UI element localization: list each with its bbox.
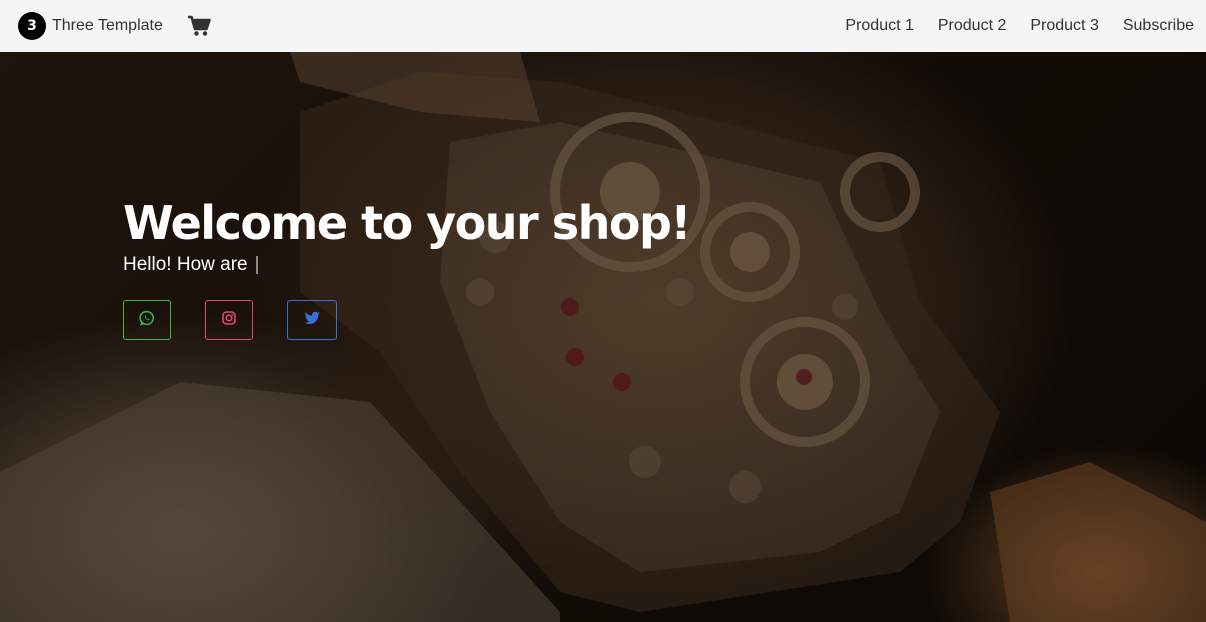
nav-link-product-1[interactable]: Product 1 xyxy=(845,17,913,35)
brand-badge: 3 xyxy=(18,12,46,40)
hero-subtitle: Hello! How are xyxy=(123,254,690,276)
social-buttons xyxy=(123,300,690,340)
hero-banner: Welcome to your shop! Hello! How are xyxy=(0,52,1206,622)
twitter-button[interactable] xyxy=(287,300,337,340)
navbar: 3 Three Template Product 1 Product 2 Pro… xyxy=(0,0,1206,52)
cart-icon[interactable] xyxy=(187,15,211,37)
nav-link-subscribe[interactable]: Subscribe xyxy=(1123,17,1194,35)
brand-name[interactable]: Three Template xyxy=(52,17,163,35)
instagram-icon xyxy=(221,310,237,331)
twitter-icon xyxy=(303,310,321,331)
nav-link-product-2[interactable]: Product 2 xyxy=(938,17,1006,35)
whatsapp-icon xyxy=(139,310,155,331)
typing-cursor xyxy=(255,256,258,274)
whatsapp-button[interactable] xyxy=(123,300,171,340)
nav-link-product-3[interactable]: Product 3 xyxy=(1030,17,1098,35)
nav-links: Product 1 Product 2 Product 3 Subscribe xyxy=(821,17,1194,35)
brand[interactable]: 3 Three Template xyxy=(18,12,211,40)
hero-content: Welcome to your shop! Hello! How are xyxy=(123,196,691,340)
hero-subtitle-text: Hello! How are xyxy=(123,254,248,275)
hero-title: Welcome to your shop! xyxy=(123,196,691,250)
instagram-button[interactable] xyxy=(205,300,253,340)
